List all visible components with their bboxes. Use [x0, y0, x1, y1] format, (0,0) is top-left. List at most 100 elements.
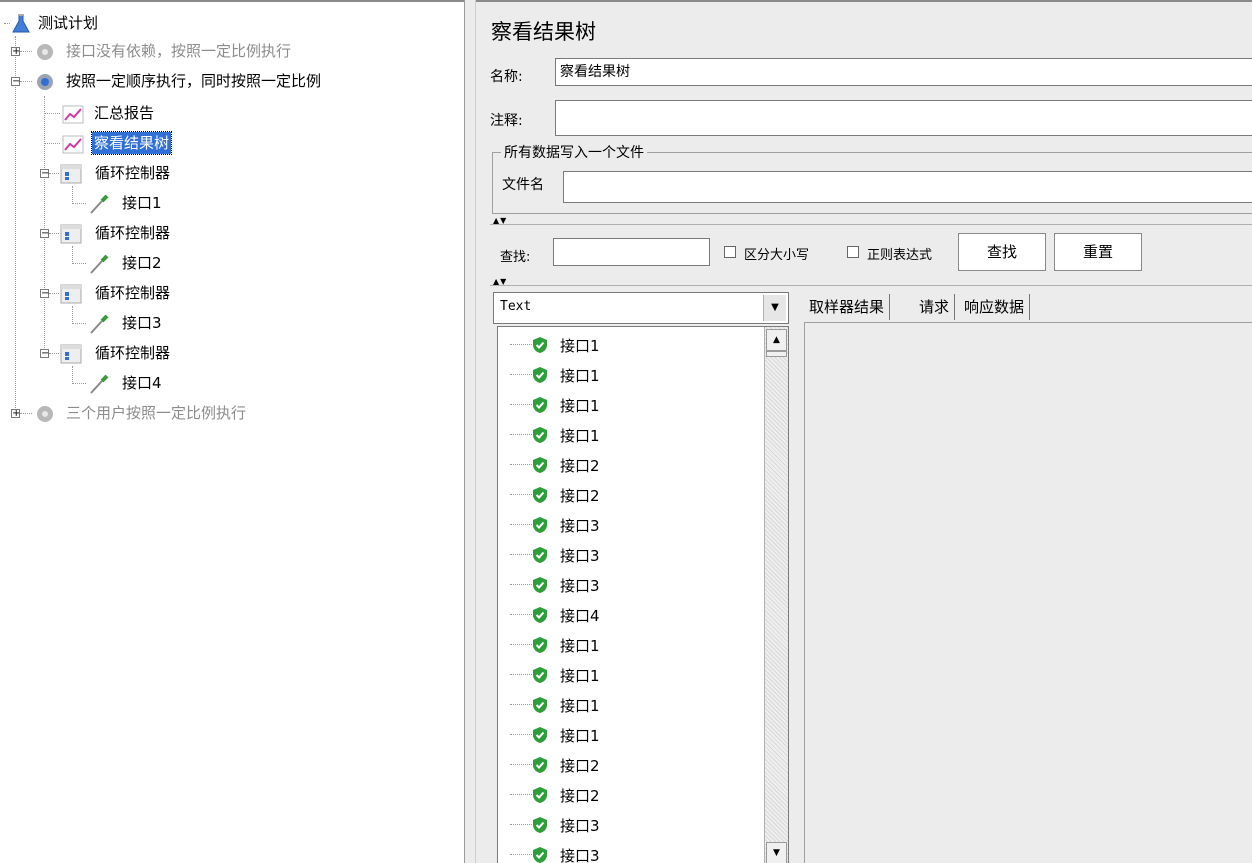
list-item[interactable]: 接口3: [498, 809, 758, 839]
tree-label-sampler: 接口4: [122, 374, 162, 392]
case-sensitive-checkbox[interactable]: [724, 246, 736, 258]
pipette-icon: [90, 374, 109, 394]
write-to-file-group: 所有数据写入一个文件 文件名: [492, 142, 1252, 214]
tree-node-thread-group-3[interactable]: + 三个用户按照一定比例执行: [0, 398, 400, 428]
success-shield-icon: [533, 397, 547, 413]
list-item-label: 接口2: [560, 457, 600, 475]
collapse-toggle[interactable]: −: [40, 349, 49, 359]
name-field[interactable]: 察看结果树: [555, 58, 1252, 86]
chevron-down-icon[interactable]: ▼: [763, 295, 786, 321]
list-item[interactable]: 接口3: [498, 539, 758, 569]
tree-node-test-plan[interactable]: 测试计划: [0, 8, 400, 38]
list-scrollbar[interactable]: ▲ ▼: [764, 327, 788, 863]
reset-button[interactable]: 重置: [1054, 233, 1142, 271]
list-item[interactable]: 接口1: [498, 329, 758, 359]
tab-response-data[interactable]: 响应数据: [959, 294, 1031, 320]
list-item-label: 接口3: [560, 547, 600, 565]
scroll-up-button[interactable]: ▲: [766, 329, 787, 351]
view-results-tree-panel: 察看结果树 名称: 察看结果树 注释: 所有数据写入一个文件 文件名 ▲ ▼ 查找…: [476, 0, 1252, 863]
tab-request[interactable]: 请求: [914, 294, 956, 320]
search-label: 查找:: [500, 250, 531, 265]
comment-field[interactable]: [555, 100, 1252, 136]
pipette-icon: [90, 314, 109, 334]
tree-node-sampler-2[interactable]: 接口2: [0, 248, 400, 278]
list-item[interactable]: 接口1: [498, 419, 758, 449]
success-shield-icon: [533, 457, 547, 473]
list-item[interactable]: 接口3: [498, 569, 758, 599]
renderer-select-value: Text: [500, 299, 532, 314]
scroll-thumb[interactable]: [766, 351, 787, 357]
jmeter-window: 测试计划 + 接口没有依赖，按照一定比例执行 − 按照一定顺序执行，同时按照一定…: [0, 0, 1252, 863]
search-input[interactable]: [553, 238, 710, 266]
list-item-label: 接口2: [560, 757, 600, 775]
tree-node-loop-controller-1[interactable]: − 循环控制器: [0, 158, 400, 188]
collapse-toggle[interactable]: −: [40, 229, 49, 239]
tree-label-loop-controller: 循环控制器: [95, 344, 171, 362]
tree-node-thread-group-1[interactable]: + 接口没有依赖，按照一定比例执行: [0, 36, 400, 66]
tree-node-loop-controller-3[interactable]: − 循环控制器: [0, 278, 400, 308]
pipette-icon: [90, 194, 109, 214]
test-plan-tree[interactable]: 测试计划 + 接口没有依赖，按照一定比例执行 − 按照一定顺序执行，同时按照一定…: [0, 0, 464, 863]
list-item[interactable]: 接口1: [498, 689, 758, 719]
expand-toggle[interactable]: +: [11, 47, 20, 57]
tab-content-area: [804, 322, 1252, 863]
tree-node-sampler-1[interactable]: 接口1: [0, 188, 400, 218]
find-button[interactable]: 查找: [958, 233, 1046, 271]
success-shield-icon: [533, 667, 547, 683]
collapse-toggle[interactable]: −: [11, 77, 20, 87]
loop-controller-icon: [60, 344, 82, 364]
regex-label: 正则表达式: [867, 248, 933, 263]
success-shield-icon: [533, 847, 547, 863]
success-shield-icon: [533, 427, 547, 443]
tree-node-summary-report[interactable]: 汇总报告: [0, 98, 400, 128]
collapse-toggle[interactable]: −: [40, 289, 49, 299]
list-item[interactable]: 接口1: [498, 659, 758, 689]
list-item[interactable]: 接口3: [498, 839, 758, 863]
tree-label-test-plan: 测试计划: [38, 14, 99, 32]
tree-label-loop-controller: 循环控制器: [95, 284, 171, 302]
list-item[interactable]: 接口2: [498, 479, 758, 509]
scroll-down-button[interactable]: ▼: [766, 842, 787, 863]
list-item[interactable]: 接口1: [498, 629, 758, 659]
list-item-label: 接口1: [560, 727, 600, 745]
tree-node-loop-controller-4[interactable]: − 循环控制器: [0, 338, 400, 368]
tree-label-thread-group-3: 三个用户按照一定比例执行: [66, 404, 247, 422]
tree-node-loop-controller-2[interactable]: − 循环控制器: [0, 218, 400, 248]
list-item[interactable]: 接口2: [498, 779, 758, 809]
page-title: 察看结果树: [491, 20, 596, 44]
list-item-label: 接口3: [560, 577, 600, 595]
list-item[interactable]: 接口1: [498, 719, 758, 749]
list-item[interactable]: 接口1: [498, 359, 758, 389]
result-pane-divider[interactable]: [794, 292, 800, 863]
tree-node-sampler-4[interactable]: 接口4: [0, 368, 400, 398]
success-shield-icon: [533, 727, 547, 743]
list-item[interactable]: 接口1: [498, 389, 758, 419]
collapse-toggle[interactable]: −: [40, 169, 49, 179]
sample-result-list[interactable]: 接口1 接口1 接口1 接口1 接口2 接口2 接口3 接口3 接口3 接口4 接口1 接口1 接口1 接…: [497, 326, 789, 863]
list-item[interactable]: 接口3: [498, 509, 758, 539]
tree-node-view-results-tree[interactable]: 察看结果树: [0, 128, 400, 158]
list-item-label: 接口1: [560, 637, 600, 655]
renderer-select[interactable]: Text ▼: [493, 292, 789, 324]
tree-node-thread-group-2[interactable]: − 按照一定顺序执行，同时按照一定比例: [0, 66, 400, 96]
gear-icon: [37, 74, 53, 90]
loop-controller-icon: [60, 224, 82, 244]
graph-icon: [62, 135, 84, 154]
tree-label-loop-controller: 循环控制器: [95, 224, 171, 242]
list-item-label: 接口1: [560, 667, 600, 685]
expand-toggle[interactable]: +: [11, 409, 20, 419]
list-item[interactable]: 接口2: [498, 749, 758, 779]
filename-field[interactable]: [563, 171, 1252, 203]
list-item-label: 接口1: [560, 427, 600, 445]
list-item[interactable]: 接口4: [498, 599, 758, 629]
filename-label: 文件名: [502, 177, 544, 193]
pane-splitter[interactable]: [464, 0, 476, 863]
tree-label-thread-group-2: 按照一定顺序执行，同时按照一定比例: [66, 72, 322, 90]
list-item-label: 接口4: [560, 607, 600, 625]
tab-sampler-result[interactable]: 取样器结果: [804, 294, 891, 320]
regex-checkbox[interactable]: [847, 246, 859, 258]
success-shield-icon: [533, 607, 547, 623]
list-item[interactable]: 接口2: [498, 449, 758, 479]
tree-node-sampler-3[interactable]: 接口3: [0, 308, 400, 338]
tree-label-sampler: 接口1: [122, 194, 162, 212]
